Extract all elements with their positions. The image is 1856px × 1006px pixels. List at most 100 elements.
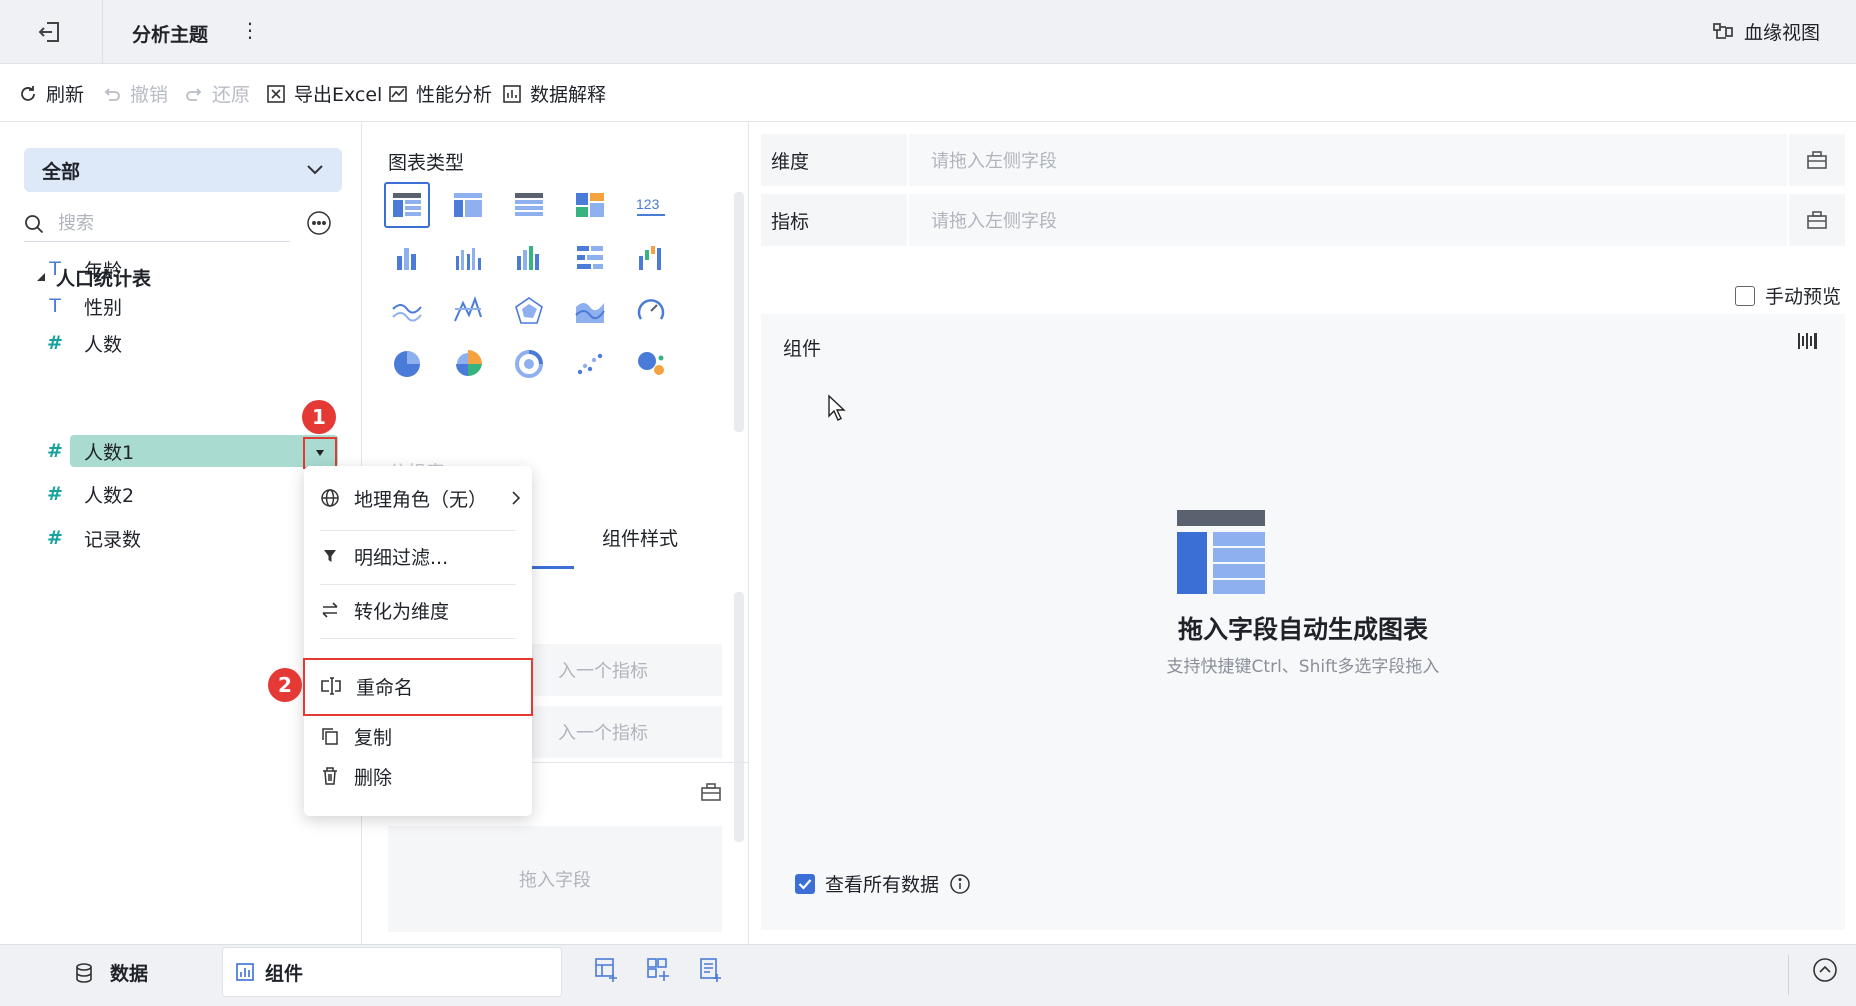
exit-icon[interactable] — [36, 18, 64, 46]
redo-button[interactable]: 还原 — [184, 80, 250, 107]
view-all-data-toggle[interactable]: 查看所有数据 — [795, 870, 971, 897]
add-report-icon[interactable] — [698, 957, 724, 983]
barcode-icon[interactable] — [1797, 330, 1819, 352]
field-item[interactable]: T 性别 — [44, 290, 122, 322]
swap-icon — [320, 600, 340, 620]
dimension-label: 维度 — [771, 150, 810, 173]
menu-item-delete[interactable]: 删除 — [304, 756, 532, 796]
number-123-icon[interactable]: 123 — [628, 182, 674, 228]
grouped-column-icon[interactable] — [506, 235, 552, 281]
field-name: 人数2 — [84, 484, 135, 507]
field-drop-zone[interactable]: 拖入字段 — [388, 826, 722, 932]
menu-item-copy[interactable]: 复制 — [304, 716, 532, 756]
tab-component-label: 组件 — [265, 962, 304, 985]
cross-table-icon[interactable] — [445, 182, 491, 228]
scrollbar[interactable] — [734, 592, 744, 842]
area-line-icon[interactable] — [384, 288, 430, 334]
refresh-button[interactable]: 刷新 — [18, 80, 84, 107]
performance-label: 性能分析 — [416, 84, 493, 106]
scrollbar[interactable] — [734, 192, 744, 432]
performance-button[interactable]: 性能分析 — [388, 80, 492, 107]
chevron-down-icon — [306, 164, 324, 176]
lineage-icon — [1712, 21, 1734, 43]
kpi-card-icon[interactable] — [567, 182, 613, 228]
copy-icon — [320, 726, 340, 746]
title-bar: 分析主题 ⋮ 血缘视图 — [0, 0, 1856, 64]
dimension-placeholder: 请拖入左侧字段 — [931, 151, 1057, 172]
ring-chart-icon[interactable] — [506, 341, 552, 387]
undo-button[interactable]: 撤销 — [102, 80, 168, 107]
menu-divider — [320, 530, 516, 531]
search-box — [24, 206, 290, 242]
tab-component[interactable]: 组件 — [222, 947, 562, 997]
stacked-bar-icon[interactable] — [384, 235, 430, 281]
globe-icon — [320, 488, 340, 508]
menu-label: 明细过滤... — [354, 546, 449, 569]
number-type-icon: # — [47, 332, 63, 354]
manual-preview-toggle[interactable]: 手动预览 — [1735, 282, 1841, 309]
metric-placeholder: 入一个指标 — [558, 661, 648, 682]
data-explain-button[interactable]: 数据解释 — [502, 80, 606, 107]
search-icon — [24, 214, 44, 234]
more-options-icon[interactable] — [306, 210, 332, 236]
metric-placeholder: 请拖入左侧字段 — [931, 211, 1057, 232]
text-type-icon: T — [49, 258, 61, 280]
caret-down-icon — [315, 449, 325, 457]
pie-chart-icon[interactable] — [384, 341, 430, 387]
field-name: 人数1 — [84, 441, 135, 464]
bubble-icon[interactable] — [628, 341, 674, 387]
waterfall-icon[interactable] — [628, 235, 674, 281]
scatter-icon[interactable] — [567, 341, 613, 387]
data-explain-label: 数据解释 — [530, 84, 607, 106]
scope-select[interactable]: 全部 — [24, 148, 342, 192]
menu-item-geo-role[interactable]: 地理角色（无） — [304, 478, 532, 518]
trash-icon — [320, 766, 340, 786]
rose-pie-icon[interactable] — [445, 341, 491, 387]
line-chart-icon[interactable] — [445, 288, 491, 334]
field-name: 性别 — [84, 296, 123, 319]
add-table-icon[interactable] — [594, 957, 620, 983]
empty-state-title: 拖入字段自动生成图表 — [1177, 615, 1428, 644]
area-chart-icon[interactable] — [567, 288, 613, 334]
field-item[interactable]: T 年龄 — [44, 253, 122, 285]
view-all-checkbox[interactable] — [795, 873, 815, 894]
export-excel-button[interactable]: 导出Excel — [266, 80, 382, 107]
add-layout-icon[interactable] — [646, 957, 672, 983]
redo-icon — [184, 84, 204, 104]
field-item[interactable]: # 人数 — [44, 327, 122, 359]
toolbox-icon[interactable] — [1789, 210, 1845, 230]
metric-shelf: 指标 请拖入左侧字段 — [761, 194, 1845, 246]
step-marker-2: 2 — [268, 668, 302, 702]
chevron-right-icon — [512, 491, 520, 505]
menu-item-detail-filter[interactable]: 明细过滤... — [304, 536, 532, 576]
page-title: 分析主题 — [132, 24, 209, 46]
field-item[interactable]: # 记录数 — [44, 522, 141, 554]
info-icon[interactable] — [949, 873, 971, 895]
more-icon[interactable]: ⋮ — [240, 18, 260, 42]
dimension-drop-zone[interactable]: 请拖入左侧字段 — [907, 134, 1789, 186]
field-item[interactable]: # 人数2 — [44, 478, 134, 510]
field-dropdown-button[interactable] — [303, 437, 337, 469]
collapse-up-icon[interactable] — [1812, 957, 1838, 983]
tab-data[interactable]: 数据 — [74, 959, 148, 986]
horizontal-bar-icon[interactable] — [567, 235, 613, 281]
search-input[interactable] — [58, 213, 258, 234]
mouse-cursor-icon — [827, 394, 847, 422]
toolbox-icon[interactable] — [1789, 150, 1845, 170]
radar-icon[interactable] — [506, 288, 552, 334]
field-name: 人数 — [84, 333, 123, 356]
toolbox-icon[interactable] — [700, 782, 722, 802]
multi-bar-icon[interactable] — [445, 235, 491, 281]
bar-chart-icon — [235, 962, 255, 982]
tab-component-style[interactable]: 组件样式 — [602, 524, 678, 551]
gauge-icon[interactable] — [628, 288, 674, 334]
detail-table-icon[interactable] — [506, 182, 552, 228]
manual-preview-checkbox[interactable] — [1735, 285, 1755, 306]
menu-item-convert-dimension[interactable]: 转化为维度 — [304, 590, 532, 630]
metric-drop-zone[interactable]: 请拖入左侧字段 — [907, 194, 1789, 246]
dimension-shelf: 维度 请拖入左侧字段 — [761, 134, 1845, 186]
field-item-selected[interactable]: # 人数1 — [44, 435, 134, 467]
number-type-icon: # — [47, 440, 63, 462]
lineage-view-button[interactable]: 血缘视图 — [1712, 18, 1820, 45]
group-table-icon[interactable] — [384, 182, 430, 228]
